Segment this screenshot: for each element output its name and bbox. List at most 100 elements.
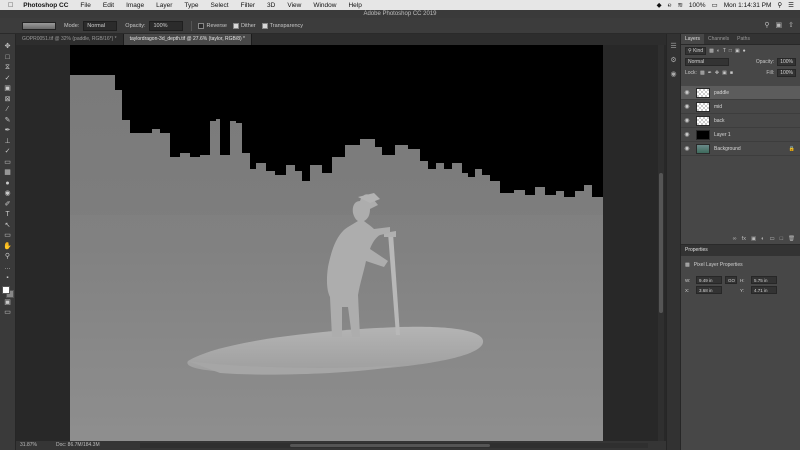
- quick-select-tool-icon[interactable]: ✓: [3, 74, 13, 85]
- blend-mode-select[interactable]: Normal: [685, 57, 729, 66]
- search-icon[interactable]: ⚲: [764, 21, 769, 29]
- menu-filter[interactable]: Filter: [241, 2, 255, 9]
- notification-center-icon[interactable]: ☰: [788, 1, 794, 9]
- battery-percent[interactable]: 100%: [689, 2, 706, 9]
- menu-image[interactable]: Image: [126, 2, 144, 9]
- wifi-icon[interactable]: ≋: [677, 1, 682, 9]
- menu-view[interactable]: View: [287, 2, 301, 9]
- link-layers-icon[interactable]: ∞: [733, 236, 737, 242]
- visibility-eye-icon[interactable]: ◉: [681, 145, 693, 152]
- lasso-tool-icon[interactable]: ⧖: [3, 63, 13, 74]
- filter-type-icon[interactable]: T: [723, 48, 726, 54]
- path-select-icon[interactable]: ↖: [3, 221, 13, 232]
- quick-mask-icon[interactable]: ▣: [3, 298, 13, 309]
- menu-layer[interactable]: Layer: [156, 2, 172, 9]
- reverse-checkbox[interactable]: Reverse: [198, 22, 227, 29]
- layer-row-back[interactable]: ◉ back: [681, 114, 800, 128]
- libraries-icon[interactable]: ◉: [670, 70, 676, 78]
- history-brush-icon[interactable]: ✓: [3, 147, 13, 158]
- lock-transparent-icon[interactable]: ▩: [700, 70, 705, 76]
- type-tool-icon[interactable]: T: [3, 210, 13, 221]
- link-dimensions-button[interactable]: GO: [725, 276, 737, 284]
- zoom-tool-icon[interactable]: ⚲: [3, 252, 13, 263]
- layer-name[interactable]: Layer 1: [714, 132, 731, 138]
- layer-name[interactable]: back: [714, 118, 725, 124]
- menu-help[interactable]: Help: [348, 2, 361, 9]
- y-field[interactable]: 4.71 in: [751, 286, 777, 294]
- tab-paths[interactable]: Paths: [733, 34, 754, 44]
- tab-taylordragon[interactable]: taylordragon-3d_depth.tif @ 27.6% (taylo…: [123, 34, 252, 45]
- zoom-level[interactable]: 31.87%: [20, 441, 37, 450]
- edit-toolbar-icon[interactable]: …: [3, 263, 13, 274]
- menu-window[interactable]: Window: [313, 2, 336, 9]
- fill-field[interactable]: 100%: [777, 68, 796, 77]
- blur-tool-icon[interactable]: ●: [3, 179, 13, 190]
- layer-style-icon[interactable]: fx: [742, 236, 746, 242]
- layer-row-mid[interactable]: ◉ mid: [681, 100, 800, 114]
- layer-row-layer-1[interactable]: ◉ Layer 1: [681, 128, 800, 142]
- workspace-icon[interactable]: ▣: [776, 21, 783, 29]
- screen-mode-icon[interactable]: ▭: [3, 308, 13, 319]
- scrollbar-thumb[interactable]: [290, 444, 490, 447]
- doc-size[interactable]: Doc: 86.7M/184.3M: [56, 441, 100, 450]
- clone-stamp-icon[interactable]: ⊥: [3, 137, 13, 148]
- color-swatches[interactable]: [1, 285, 14, 298]
- transparency-checkbox[interactable]: Transparency: [261, 22, 303, 29]
- layer-row-background[interactable]: ◉ Background 🔒: [681, 142, 800, 156]
- filter-adjustment-icon[interactable]: ◐: [717, 48, 720, 54]
- adjustments-icon[interactable]: ⚙: [670, 56, 676, 64]
- new-group-icon[interactable]: ▭: [769, 236, 774, 242]
- clock[interactable]: Mon 1:14:31 PM: [724, 2, 772, 9]
- document-canvas[interactable]: [70, 45, 603, 441]
- visibility-eye-icon[interactable]: ◉: [681, 103, 693, 110]
- history-icon[interactable]: ☰: [670, 42, 676, 50]
- spotlight-icon[interactable]: ⚲: [777, 1, 782, 9]
- eyedropper-tool-icon[interactable]: ⁄: [3, 105, 13, 116]
- lock-position-icon[interactable]: ✥: [715, 70, 719, 76]
- hand-tool-icon[interactable]: ✋: [3, 242, 13, 253]
- brush-tool-icon[interactable]: ✒: [3, 126, 13, 137]
- rectangle-tool-icon[interactable]: ▭: [3, 231, 13, 242]
- tab-gopr0051[interactable]: GOPR0051.tif @ 32% (paddle, RGB/16*) *: [16, 34, 124, 45]
- menu-select[interactable]: Select: [211, 2, 229, 9]
- filter-pixel-icon[interactable]: ▩: [709, 48, 714, 54]
- add-mask-icon[interactable]: ▣: [751, 236, 756, 242]
- move-tool-icon[interactable]: ✥: [3, 42, 13, 53]
- filter-smart-icon[interactable]: ▣: [735, 48, 740, 54]
- height-field[interactable]: 5.75 in: [751, 276, 777, 284]
- lock-image-icon[interactable]: ✒: [708, 70, 712, 76]
- layer-filter-select[interactable]: ⚲ Kind: [685, 46, 707, 55]
- layer-name[interactable]: paddle: [714, 90, 729, 96]
- eraser-tool-icon[interactable]: ▭: [3, 158, 13, 169]
- menu-file[interactable]: File: [80, 2, 90, 9]
- default-colors-icon[interactable]: ▪: [3, 273, 13, 284]
- visibility-eye-icon[interactable]: ◉: [681, 89, 693, 96]
- trash-icon[interactable]: 🗑: [788, 236, 795, 242]
- layer-name[interactable]: mid: [714, 104, 722, 110]
- share-icon[interactable]: ⇧: [788, 21, 794, 29]
- mode-select[interactable]: Normal: [83, 20, 118, 31]
- lock-all-icon[interactable]: ■: [730, 70, 733, 76]
- filter-toggle-icon[interactable]: ●: [743, 48, 746, 54]
- horizontal-scrollbar[interactable]: [140, 443, 648, 448]
- frame-tool-icon[interactable]: ⊠: [3, 95, 13, 106]
- menu-type[interactable]: Type: [184, 2, 198, 9]
- layer-opacity-field[interactable]: 100%: [777, 57, 796, 66]
- visibility-eye-icon[interactable]: ◉: [681, 131, 693, 138]
- vertical-scrollbar[interactable]: [658, 45, 664, 441]
- battery-icon[interactable]: ▭: [712, 1, 718, 9]
- new-layer-icon[interactable]: □: [780, 236, 783, 242]
- menu-edit[interactable]: Edit: [103, 2, 114, 9]
- tab-channels[interactable]: Channels: [704, 34, 733, 44]
- foreground-color-swatch[interactable]: [1, 285, 10, 294]
- canvas-area[interactable]: [16, 45, 666, 441]
- filter-shape-icon[interactable]: □: [729, 48, 732, 54]
- bluetooth-icon[interactable]: ℮: [668, 2, 672, 9]
- dropbox-icon[interactable]: ◆: [657, 1, 662, 9]
- layer-name[interactable]: Background: [714, 146, 741, 152]
- menu-app-name[interactable]: Photoshop CC: [23, 2, 68, 9]
- lock-artboard-icon[interactable]: ▣: [722, 70, 727, 76]
- dither-checkbox[interactable]: Dither: [232, 22, 256, 29]
- menu-3d[interactable]: 3D: [267, 2, 275, 9]
- x-field[interactable]: 3.68 in: [696, 286, 722, 294]
